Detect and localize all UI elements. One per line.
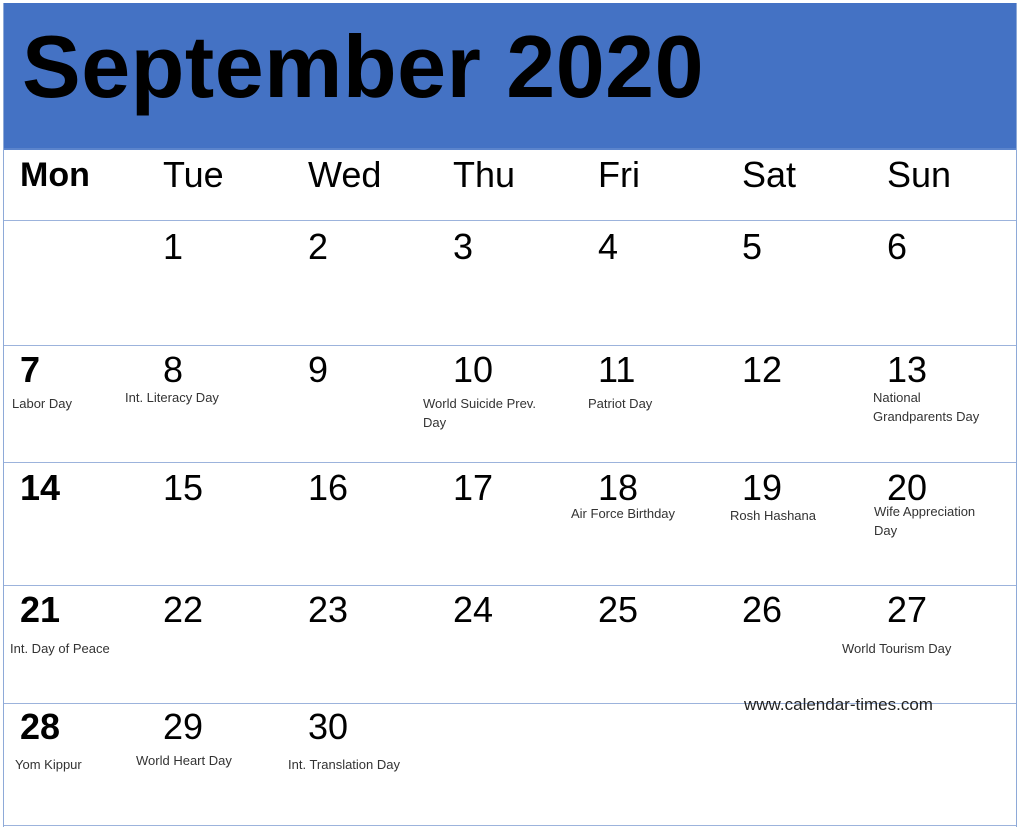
event-label: World Tourism Day	[842, 641, 952, 656]
event-label: Int. Translation Day	[288, 757, 400, 772]
day-number: 12	[742, 349, 783, 390]
event-label: Day	[423, 415, 447, 430]
day-number: 1	[163, 226, 184, 267]
day-number: 10	[453, 349, 494, 390]
day-number: 9	[308, 349, 329, 390]
event-label: World Heart Day	[136, 753, 232, 768]
event-label: Grandparents Day	[873, 409, 980, 424]
weekday-mon: Mon	[20, 156, 90, 194]
day-number: 24	[453, 589, 494, 630]
grid-line	[4, 585, 1016, 586]
day-number: 18	[598, 467, 639, 508]
event-label: Int. Day of Peace	[10, 641, 110, 656]
day-number: 19	[742, 467, 783, 508]
day-number: 27	[887, 589, 928, 630]
day-number: 15	[163, 467, 204, 508]
weekday-tue: Tue	[163, 154, 224, 195]
grid-line	[4, 462, 1016, 463]
day-number: 20	[887, 467, 928, 508]
day-number: 13	[887, 349, 928, 390]
day-number: 14	[20, 467, 61, 508]
day-number: 2	[308, 226, 329, 267]
watermark-url: www.calendar-times.com	[744, 695, 933, 714]
day-number: 25	[598, 589, 639, 630]
grid-line	[4, 220, 1016, 221]
day-number: 29	[163, 706, 204, 747]
day-number: 7	[20, 349, 41, 390]
event-label: Labor Day	[12, 396, 72, 411]
day-number: 11	[598, 349, 636, 390]
weekday-fri: Fri	[598, 154, 640, 195]
weekday-sun: Sun	[887, 154, 952, 195]
grid-line	[4, 345, 1016, 346]
day-number: 3	[453, 226, 474, 267]
day-number: 6	[887, 226, 908, 267]
day-number: 26	[742, 589, 783, 630]
weekday-wed: Wed	[308, 154, 382, 195]
event-label: Rosh Hashana	[730, 508, 816, 523]
day-number: 21	[20, 589, 61, 630]
event-label: Patriot Day	[588, 396, 653, 411]
day-number: 5	[742, 226, 763, 267]
day-number: 8	[163, 349, 184, 390]
day-number: 16	[308, 467, 349, 508]
day-number: 28	[20, 706, 61, 747]
day-number: 23	[308, 589, 349, 630]
event-label: Yom Kippur	[15, 757, 82, 772]
month-banner: September 2020	[4, 3, 1016, 150]
event-label: Day	[874, 523, 898, 538]
day-number: 4	[598, 226, 619, 267]
day-number: 22	[163, 589, 204, 630]
event-label: National	[873, 390, 921, 405]
day-number: 17	[453, 467, 494, 508]
grid-line	[4, 825, 1016, 826]
month-title: September 2020	[22, 17, 705, 116]
weekday-sat: Sat	[742, 154, 797, 195]
event-label: Int. Literacy Day	[125, 390, 219, 405]
event-label: World Suicide Prev.	[423, 396, 536, 411]
weekday-thu: Thu	[453, 154, 516, 195]
day-number: 30	[308, 706, 349, 747]
event-label: Air Force Birthday	[571, 506, 676, 521]
event-label: Wife Appreciation	[874, 504, 976, 519]
